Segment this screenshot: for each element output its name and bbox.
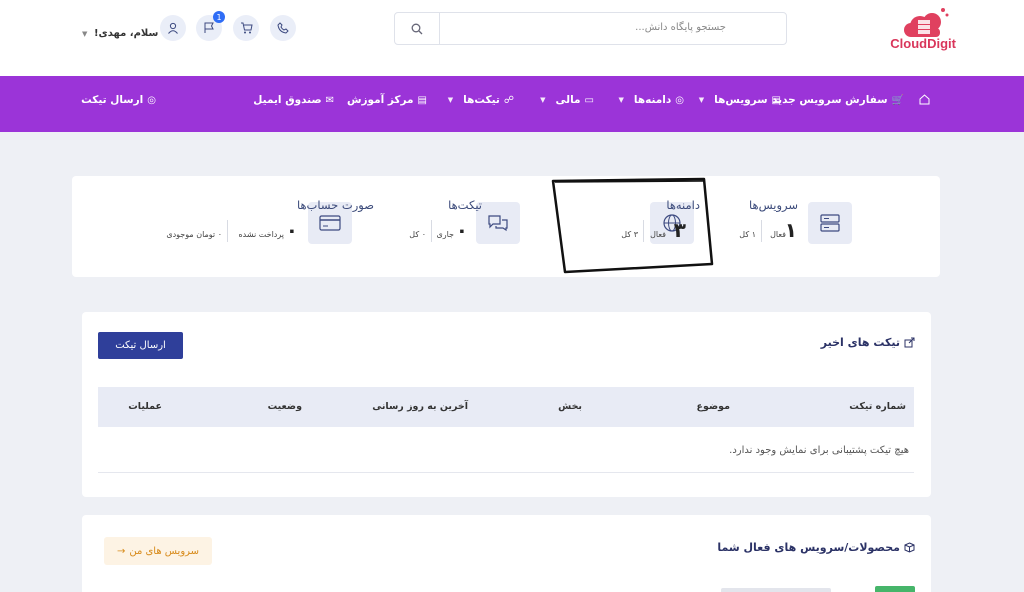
home-link[interactable] — [919, 94, 930, 105]
column-header[interactable]: عملیات — [128, 401, 162, 412]
box-icon — [904, 542, 915, 553]
status-badge — [875, 586, 915, 592]
stat-count: ۰ — [455, 218, 468, 242]
user-greeting[interactable]: سلام، مهدی! — [94, 28, 158, 39]
nav-send-ticket[interactable]: ◎ ارسال تیکت — [81, 94, 156, 106]
arrow-right-icon: → — [116, 545, 126, 557]
stat-title: دامنه‌ها — [666, 198, 700, 212]
nav-learning-center[interactable]: ▤ مرکز آموزش — [347, 94, 427, 106]
stat-count: ۰ — [285, 218, 298, 242]
stat-title: سرویس‌ها — [749, 198, 798, 212]
search-input[interactable]: جستجو پایگاه دانش... — [635, 22, 726, 33]
stat-divider — [761, 220, 762, 242]
chevron-down-icon[interactable]: ▼ — [82, 30, 87, 38]
table-header: شماره تیکت موضوع بخش آخرین به روز رسانی … — [98, 387, 914, 427]
phone-button[interactable] — [270, 15, 296, 41]
globe-icon: ◎ — [147, 94, 156, 106]
top-header: CloudDigit جستجو پایگاه دانش... 1 سلام، … — [0, 0, 1024, 76]
nav-tickets[interactable]: ☍ تیکت‌ها ▼ — [448, 94, 514, 106]
search-box[interactable]: جستجو پایگاه دانش... — [394, 12, 787, 45]
mail-icon: ✉ — [325, 94, 334, 106]
stat-total: ۳ کل — [621, 230, 638, 239]
nav-finance[interactable]: ▭ مالی ▼ — [540, 94, 594, 106]
nav-email-box[interactable]: ✉ صندوق ایمیل — [253, 94, 334, 106]
book-icon: ▤ — [417, 94, 427, 106]
phone-icon — [277, 22, 289, 34]
chevron-down-icon: ▼ — [540, 96, 546, 104]
stat-status: جاری — [436, 230, 454, 239]
stat-tickets[interactable]: تیکت‌ها ۰ جاری ۰ کل — [372, 176, 522, 277]
active-services-card: محصولات/سرویس های فعال شما سرویس های من … — [82, 515, 931, 592]
stat-divider — [643, 220, 644, 242]
service-row-placeholder — [721, 588, 831, 592]
stat-status: فعال — [650, 230, 666, 239]
stat-count: ۳ — [673, 218, 686, 242]
home-icon — [919, 94, 930, 105]
card-title: محصولات/سرویس های فعال شما — [717, 541, 915, 554]
column-header[interactable]: بخش — [558, 401, 582, 412]
chat-icon — [476, 202, 520, 244]
wallet-icon: ▭ — [584, 94, 594, 106]
send-ticket-button[interactable]: ارسال تیکت — [98, 332, 183, 359]
chevron-down-icon: ▼ — [698, 96, 705, 104]
flag-icon — [204, 22, 214, 33]
stat-divider — [431, 220, 432, 242]
column-header[interactable]: آخرین به روز رسانی — [372, 401, 468, 412]
stats-panel: سرویس‌ها ۱ فعال ۱ کل دامنه‌ها ۳ فعال ۳ ک… — [72, 176, 940, 277]
external-link-icon — [904, 337, 915, 348]
cart-icon: 🛒 — [891, 94, 904, 106]
chevron-down-icon: ▼ — [618, 96, 624, 104]
empty-state-text: هیچ تیکت پشتیبانی برای نمایش وجود ندارد. — [729, 445, 909, 456]
notification-badge: 1 — [213, 11, 225, 23]
globe-icon: ◎ — [675, 94, 684, 106]
stat-status: فعال — [770, 230, 786, 239]
column-header[interactable]: شماره تیکت — [849, 401, 906, 412]
stat-title: تیکت‌ها — [448, 198, 482, 212]
user-icon — [168, 22, 178, 34]
notifications-button[interactable]: 1 — [196, 11, 225, 41]
stat-total: ۱ کل — [739, 230, 756, 239]
cart-icon — [240, 22, 253, 34]
recent-tickets-card: تیکت های اخیر ارسال تیکت شماره تیکت موضو… — [82, 312, 931, 497]
stat-divider — [227, 220, 228, 242]
search-icon — [411, 23, 423, 34]
stat-count: ۱ — [784, 218, 797, 242]
divider — [98, 472, 914, 473]
search-button[interactable] — [395, 13, 440, 44]
my-services-button[interactable]: سرویس های من → — [104, 537, 212, 565]
column-header[interactable]: وضعیت — [268, 401, 302, 412]
server-icon: ▤ — [771, 94, 781, 106]
nav-domains[interactable]: ◎ دامنه‌ها ▼ — [619, 94, 685, 106]
stat-total: ۰ کل — [409, 230, 426, 239]
stat-title: صورت حساب‌ها — [296, 198, 374, 212]
stat-status: پرداخت نشده — [238, 230, 284, 239]
user-button[interactable] — [160, 15, 186, 41]
chevron-down-icon: ▼ — [447, 96, 454, 104]
nav-services[interactable]: ▤ سرویس‌ها ▼ — [699, 94, 781, 106]
main-nav: 🛒 سفارش سرویس جدید ▤ سرویس‌ها ▼ ◎ دامنه‌… — [0, 76, 1024, 132]
card-title: تیکت های اخیر — [821, 336, 915, 349]
support-icon: ☍ — [503, 94, 514, 106]
stat-services[interactable]: سرویس‌ها ۱ فعال ۱ کل — [672, 176, 872, 277]
column-header[interactable]: موضوع — [697, 401, 730, 412]
stat-invoices[interactable]: صورت حساب‌ها ۰ پرداخت نشده ۰ تومان موجود… — [152, 176, 374, 277]
nav-new-order[interactable]: 🛒 سفارش سرویس جدید — [772, 94, 904, 106]
stat-total: ۰ تومان موجودی — [166, 230, 222, 239]
cart-button[interactable] — [233, 15, 259, 41]
server-icon — [808, 202, 852, 244]
brand-name: CloudDigit — [890, 36, 956, 51]
